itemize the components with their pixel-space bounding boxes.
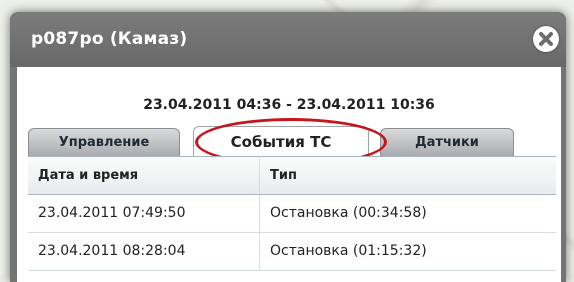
cell-type: Остановка (00:34:58) [270,205,427,221]
dialog-titlebar[interactable]: р087ро (Камаз) [10,12,566,67]
close-button[interactable] [533,26,559,52]
column-header-datetime[interactable]: Дата и время [28,157,260,194]
table-row[interactable]: 23.04.2011 08:28:04 Остановка (01:15:32) [28,233,556,271]
cell-datetime: 23.04.2011 07:49:50 [28,195,260,232]
dialog-title: р087ро (Камаз) [31,29,188,49]
tab-control[interactable]: Управление [28,128,180,156]
table-header-row: Дата и время Тип [28,157,556,195]
vehicle-dialog: р087ро (Камаз) 23.04.2011 04:36 - 23.04.… [10,12,566,282]
cell-type: Остановка (01:15:32) [270,243,427,259]
column-header-type[interactable]: Тип [260,157,556,194]
period-range: 23.04.2011 04:36 - 23.04.2011 10:36 [143,97,435,113]
events-table: Дата и время Тип 23.04.2011 07:49:50 Ост… [28,156,556,271]
tab-sensors[interactable]: Датчики [380,128,514,156]
table-row[interactable]: 23.04.2011 07:49:50 Остановка (00:34:58) [28,195,556,233]
dialog-content: 23.04.2011 04:36 - 23.04.2011 10:36 Упра… [17,67,561,282]
cell-datetime: 23.04.2011 08:28:04 [28,233,260,270]
close-icon [539,32,553,46]
